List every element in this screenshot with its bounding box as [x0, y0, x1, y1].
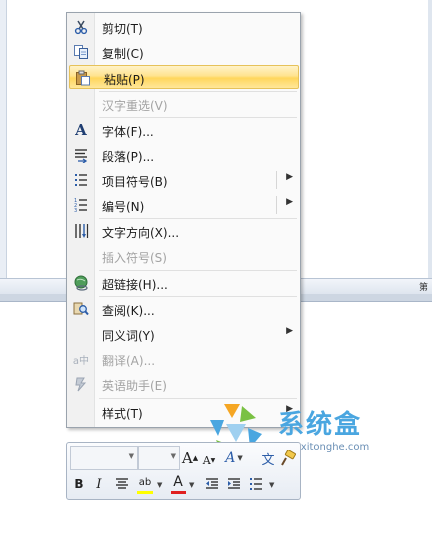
bold-button[interactable]: B [71, 474, 87, 494]
status-page-text: 第 [418, 283, 428, 293]
center-align-button[interactable] [113, 474, 131, 494]
phonetic-guide-icon: 文 [261, 452, 275, 468]
menu-item-label: 同义词(Y) [102, 329, 155, 343]
menu-item-label: 样式(T) [102, 407, 143, 421]
scissors-icon [72, 18, 90, 36]
font-size-combo[interactable]: ▼ [138, 446, 180, 470]
font-color-bar [171, 491, 186, 494]
increase-indent-button[interactable] [225, 474, 243, 494]
format-painter-button[interactable] [279, 448, 297, 468]
menu-item-english-assistant[interactable]: 英语助手(E) [68, 372, 299, 396]
format-painter-icon [281, 450, 296, 466]
highlight-color-bar [137, 491, 153, 494]
chevron-down-icon[interactable]: ▼ [269, 481, 274, 489]
chevron-down-icon[interactable]: ▼ [157, 481, 162, 489]
styles-icon: A [225, 450, 236, 466]
document-left-ruler [0, 0, 7, 300]
font-color-icon: A [173, 474, 183, 490]
menu-item-label: 段落(P)... [102, 150, 155, 164]
translate-icon: a中 [72, 355, 90, 367]
chevron-down-icon[interactable]: ▼ [189, 481, 194, 489]
menu-item-numbering[interactable]: 123 编号(N) ▶ [68, 193, 299, 217]
chevron-down-icon: ▼ [128, 452, 134, 460]
menu-item-reselect-hanzi[interactable]: 汉字重选(V) [68, 92, 299, 116]
menu-item-font[interactable]: A 字体(F)... [68, 118, 299, 142]
lookup-icon [72, 300, 90, 318]
decrease-indent-icon [206, 478, 218, 489]
font-name-combo[interactable]: ▼ [70, 446, 138, 470]
document-right-edge [428, 0, 432, 300]
watermark-name: 系统盒 [278, 410, 363, 440]
phonetic-guide-button[interactable]: 文 [259, 448, 277, 468]
menu-item-label: 插入符号(S) [102, 251, 167, 265]
menu-item-paste[interactable]: 粘贴(P) [69, 65, 299, 89]
submenu-arrow-icon: ▶ [286, 172, 293, 182]
menu-item-label: 粘贴(P) [104, 73, 145, 87]
menu-item-label: 项目符号(B) [102, 175, 168, 189]
shrink-font-button[interactable]: A ▼ [201, 450, 217, 470]
highlight-icon: ab [138, 476, 152, 488]
menu-item-label: 汉字重选(V) [102, 99, 168, 113]
bold-icon: B [74, 477, 84, 491]
paragraph-icon [72, 146, 90, 164]
submenu-divider [276, 171, 277, 189]
copy-icon [72, 43, 90, 61]
align-center-icon [116, 478, 128, 489]
highlight-button[interactable]: ab [135, 472, 155, 492]
menu-item-translate[interactable]: a中 翻译(A)... [68, 347, 299, 371]
menu-item-bullets[interactable]: 项目符号(B) ▶ [68, 168, 299, 192]
hyperlink-icon [72, 274, 90, 292]
menu-item-cut[interactable]: 剪切(T) [68, 15, 299, 39]
numbering-icon: 123 [72, 196, 90, 214]
submenu-arrow-icon: ▶ [286, 326, 293, 336]
menu-item-copy[interactable]: 复制(C) [68, 40, 299, 64]
italic-icon: I [96, 476, 102, 492]
context-menu: 剪切(T) 复制(C) 粘贴(P) 汉字重选(V) A 字体(F)... 段落(… [66, 12, 301, 428]
font-color-button[interactable]: A [169, 472, 187, 492]
submenu-arrow-icon: ▶ [286, 197, 293, 207]
svg-text:3: 3 [74, 208, 77, 213]
menu-item-label: 查阅(K)... [102, 304, 155, 318]
menu-item-text-direction[interactable]: 文字方向(X)... [68, 219, 299, 243]
menu-item-lookup[interactable]: 查阅(K)... [68, 297, 299, 321]
font-icon: A [75, 121, 87, 139]
increase-indent-icon [228, 478, 240, 489]
menu-item-label: 剪切(T) [102, 22, 143, 36]
shrink-font-icon: A [202, 453, 211, 467]
chevron-down-icon: ▼ [170, 452, 176, 460]
menu-item-label: 字体(F)... [102, 125, 154, 139]
menu-item-label: 编号(N) [102, 200, 145, 214]
decrease-indent-button[interactable] [203, 474, 221, 494]
menu-item-synonyms[interactable]: 同义词(Y) ▶ [68, 322, 299, 346]
menu-item-label: 超链接(H)... [102, 278, 168, 292]
menu-item-label: 英语助手(E) [102, 379, 167, 393]
menu-item-hyperlink[interactable]: 超链接(H)... [68, 271, 299, 295]
styles-button[interactable]: A ▼ [221, 448, 247, 468]
mini-toolbar: ▼ ▼ A ▲ A ▼ A ▼ 文 B I ab ▼ A ▼ ▼ [66, 442, 301, 500]
bullets-icon [250, 478, 262, 490]
menu-item-paragraph[interactable]: 段落(P)... [68, 143, 299, 167]
menu-item-insert-symbol[interactable]: 插入符号(S) [68, 244, 299, 268]
grow-font-icon: A [181, 449, 193, 467]
paste-icon [74, 69, 92, 87]
menu-item-label: 复制(C) [102, 47, 144, 61]
english-assistant-icon [72, 375, 90, 393]
grow-font-button[interactable]: A ▲ [181, 448, 199, 468]
bullets-icon [72, 171, 90, 189]
italic-button[interactable]: I [91, 474, 107, 494]
text-direction-icon [72, 222, 90, 240]
menu-item-label: 翻译(A)... [102, 354, 156, 368]
menu-item-label: 文字方向(X)... [102, 226, 180, 240]
bullets-button[interactable] [247, 474, 265, 494]
submenu-divider [276, 196, 277, 214]
